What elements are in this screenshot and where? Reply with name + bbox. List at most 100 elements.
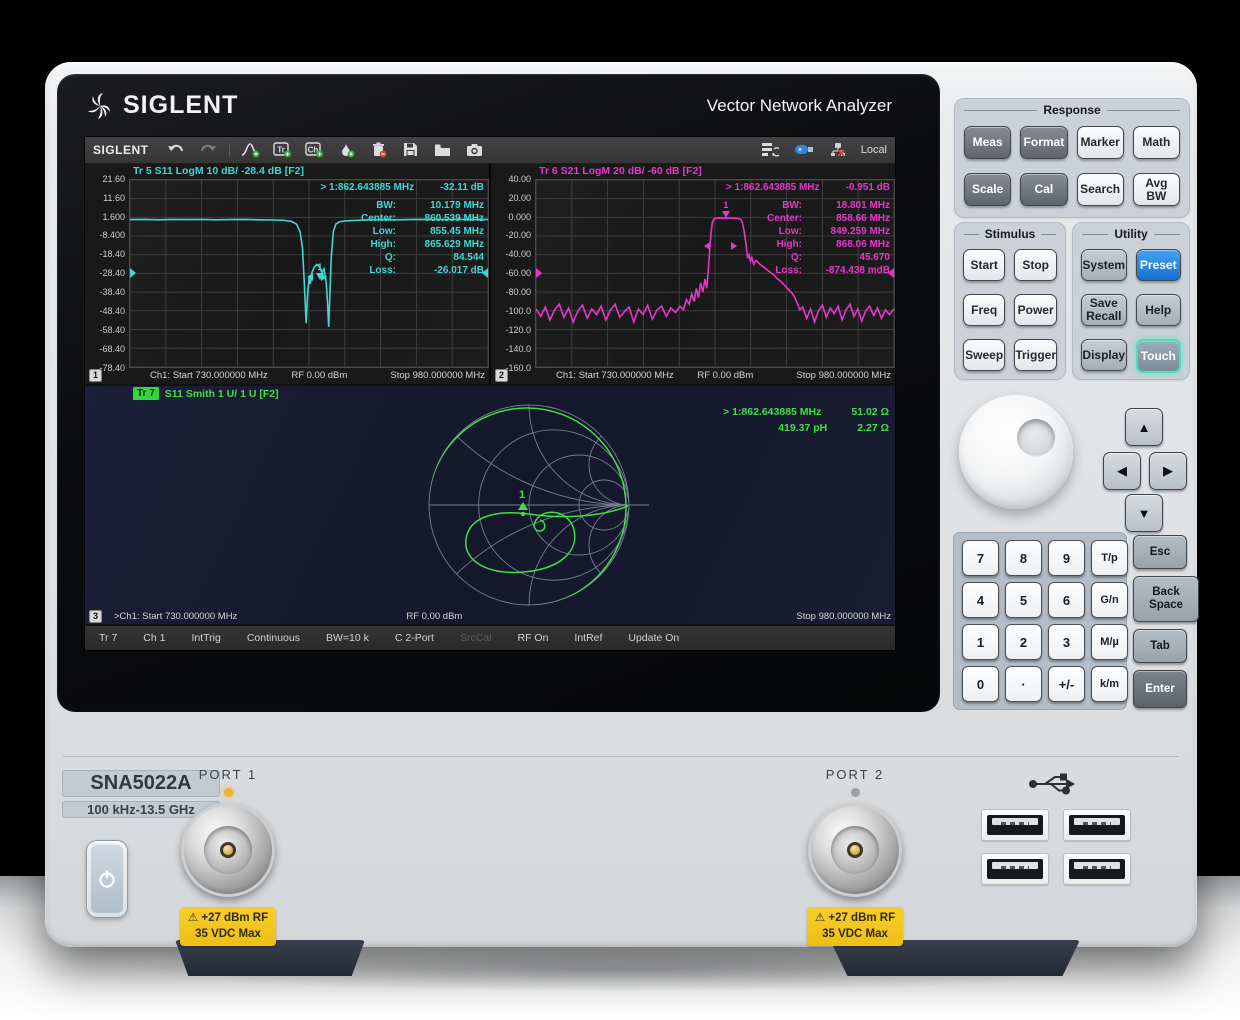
response-math-button[interactable]: Math [1133, 126, 1180, 159]
status-item-update-on[interactable]: Update On [628, 632, 679, 644]
stat-value: 10.179 MHz [406, 200, 484, 211]
arrow-right-key[interactable]: ▶ [1149, 452, 1187, 490]
keypad-key-0[interactable]: 0 [962, 666, 999, 702]
power-button[interactable] [86, 840, 128, 918]
y-tick-label: -18.40 [99, 249, 125, 259]
keypad-key-4[interactable]: 4 [962, 582, 999, 618]
arrow-left-key[interactable]: ◀ [1103, 452, 1141, 490]
tr6-stop-freq[interactable]: Stop 980.000000 MHz [796, 370, 891, 381]
stimulus-stop-button[interactable]: Stop [1014, 249, 1057, 281]
response-format-button[interactable]: Format [1020, 126, 1067, 159]
tr6-trace-label[interactable]: Tr 6 S21 LogM 20 dB/ -60 dB [F2] [539, 165, 702, 177]
utility-touch-button[interactable]: Touch [1136, 339, 1182, 373]
siglent-logo: SIGLENT [85, 91, 238, 121]
status-item-c-2-port[interactable]: C 2-Port [395, 632, 434, 644]
delete-icon[interactable] [368, 141, 390, 159]
status-item-tr-7[interactable]: Tr 7 [99, 632, 117, 644]
add-peak-search-icon[interactable] [240, 141, 262, 159]
tr6-y-axis: 40.0020.000.000-20.00-40.00-60.00-80.00-… [491, 179, 535, 368]
response-marker-button[interactable]: Marker [1077, 126, 1124, 159]
status-item-continuous[interactable]: Continuous [247, 632, 300, 644]
tr5-rf-power[interactable]: RF 0.00 dBm [291, 370, 347, 381]
status-item-intref[interactable]: IntRef [574, 632, 602, 644]
enter-key[interactable]: Enter [1133, 670, 1187, 708]
utility-preset-button[interactable]: Preset [1136, 249, 1182, 281]
tr5-stop-freq[interactable]: Stop 980.000000 MHz [390, 370, 485, 381]
keypad-key-dot[interactable]: +/- [1048, 666, 1085, 702]
y-tick-label: -80.00 [505, 287, 531, 297]
tr5-trace-label[interactable]: Tr 5 S11 LogM 10 dB/ -28.4 dB [F2] [133, 165, 304, 177]
window-tr5-s11-logm[interactable]: Tr 5 S11 LogM 10 dB/ -28.4 dB [F2] 21.60… [85, 164, 489, 384]
stat-value: 84.544 [406, 252, 484, 263]
keypad-key-dot[interactable]: · [1005, 666, 1042, 702]
status-item-srccal[interactable]: SrcCal [460, 632, 492, 644]
response-meas-button[interactable]: Meas [964, 126, 1011, 159]
tr5-start-freq[interactable]: Ch1: Start 730.000000 MHz [150, 370, 268, 381]
stimulus-freq-button[interactable]: Freq [963, 294, 1005, 326]
response-cal-button[interactable]: Cal [1020, 173, 1067, 206]
keypad-key-1[interactable]: 1 [962, 624, 999, 660]
status-item-ch-1[interactable]: Ch 1 [143, 632, 165, 644]
usb-device-icon[interactable] [793, 141, 815, 159]
keypad-key-g-n[interactable]: G/n [1091, 582, 1128, 618]
window-layout-icon[interactable] [759, 141, 781, 159]
keypad-key-3[interactable]: 3 [1048, 624, 1085, 660]
keypad-key-t-p[interactable]: T/p [1091, 540, 1128, 576]
undo-icon[interactable] [165, 141, 187, 159]
response-search-button[interactable]: Search [1077, 173, 1124, 206]
window-tr7-s11-smith[interactable]: Tr 7 S11 Smith 1 U/ 1 U [F2] [85, 386, 895, 625]
keypad-key-8[interactable]: 8 [1005, 540, 1042, 576]
keypad-key-5[interactable]: 5 [1005, 582, 1042, 618]
stimulus-trigger-button[interactable]: Trigger [1014, 339, 1057, 371]
back-space-key[interactable]: Back Space [1133, 576, 1199, 622]
status-item-bw-10-k[interactable]: BW=10 k [326, 632, 369, 644]
response-scale-button[interactable]: Scale [964, 173, 1011, 206]
tr6-rf-power[interactable]: RF 0.00 dBm [697, 370, 753, 381]
keypad-key-2[interactable]: 2 [1005, 624, 1042, 660]
keypad-key-m[interactable]: M/µ [1091, 624, 1128, 660]
utility-display-button[interactable]: Display [1081, 339, 1127, 371]
stimulus-power-button[interactable]: Power [1014, 294, 1057, 326]
response-avg-bw-button[interactable]: Avg BW [1133, 173, 1180, 206]
utility-help-button[interactable]: Help [1136, 294, 1182, 326]
tr6-start-freq[interactable]: Ch1: Start 730.000000 MHz [556, 370, 674, 381]
screenshot-icon[interactable] [464, 141, 486, 159]
rotary-knob[interactable] [959, 395, 1073, 509]
tr7-active-tab[interactable]: Tr 7 [133, 387, 159, 400]
open-file-icon[interactable] [432, 141, 454, 159]
arrow-down-key[interactable]: ▼ [1125, 494, 1163, 532]
tr5-plot-area[interactable]: > 1:862.643885 MHz -32.11 dB BW:10.179 M… [129, 179, 489, 368]
lan-error-icon[interactable] [827, 141, 849, 159]
save-icon[interactable] [400, 141, 422, 159]
stimulus-start-button[interactable]: Start [963, 249, 1005, 281]
tab-key[interactable]: Tab [1133, 629, 1187, 663]
window-tr6-s21-logm[interactable]: Tr 6 S21 LogM 20 dB/ -60 dB [F2] 40.0020… [491, 164, 895, 384]
tr7-start-freq[interactable]: >Ch1: Start 730.000000 MHz [114, 611, 237, 622]
utility-system-button[interactable]: System [1081, 249, 1127, 281]
utility-save-recall-button[interactable]: Save Recall [1081, 294, 1127, 326]
add-channel-icon[interactable]: Ch [304, 141, 326, 159]
keypad-key-9[interactable]: 9 [1048, 540, 1085, 576]
arrow-up-key[interactable]: ▲ [1125, 408, 1163, 446]
screen-bezel: SIGLENT Vector Network Analyzer SIGLENT … [57, 74, 940, 712]
redo-icon[interactable] [197, 141, 219, 159]
lcd-screen[interactable]: SIGLENT TrCh Local Tr 5 S11 LogM 10 dB/ … [85, 137, 895, 650]
smith-chart-area[interactable]: 1 > 1:862.643885 MHz 51.02 Ω 419.37 pH 2… [85, 402, 895, 609]
port-2: PORT 2 ⚠ +27 dBm RF 35 VDC Max [785, 767, 925, 946]
tr6-plot-area[interactable]: > 1:862.643885 MHz -0.951 dB BW:18.801 M… [535, 179, 895, 368]
keypad-key-k-m[interactable]: k/m [1091, 666, 1128, 702]
add-trace-icon[interactable]: Tr [272, 141, 294, 159]
status-item-rf-on[interactable]: RF On [517, 632, 548, 644]
tr7-rf-power[interactable]: RF 0.00 dBm [406, 611, 462, 622]
esc-key[interactable]: Esc [1133, 535, 1187, 569]
stimulus-sweep-button[interactable]: Sweep [963, 339, 1005, 371]
status-item-inttrig[interactable]: IntTrig [191, 632, 220, 644]
add-marker-icon[interactable] [336, 141, 358, 159]
stat-label: Loss: [361, 265, 396, 276]
keypad-key-7[interactable]: 7 [962, 540, 999, 576]
tr7-stop-freq[interactable]: Stop 980.000000 MHz [796, 611, 891, 622]
tr7-trace-label[interactable]: S11 Smith 1 U/ 1 U [F2] [165, 388, 279, 400]
local-mode-label: Local [861, 144, 887, 156]
keypad-key-6[interactable]: 6 [1048, 582, 1085, 618]
port-2-label: PORT 2 [785, 767, 925, 782]
